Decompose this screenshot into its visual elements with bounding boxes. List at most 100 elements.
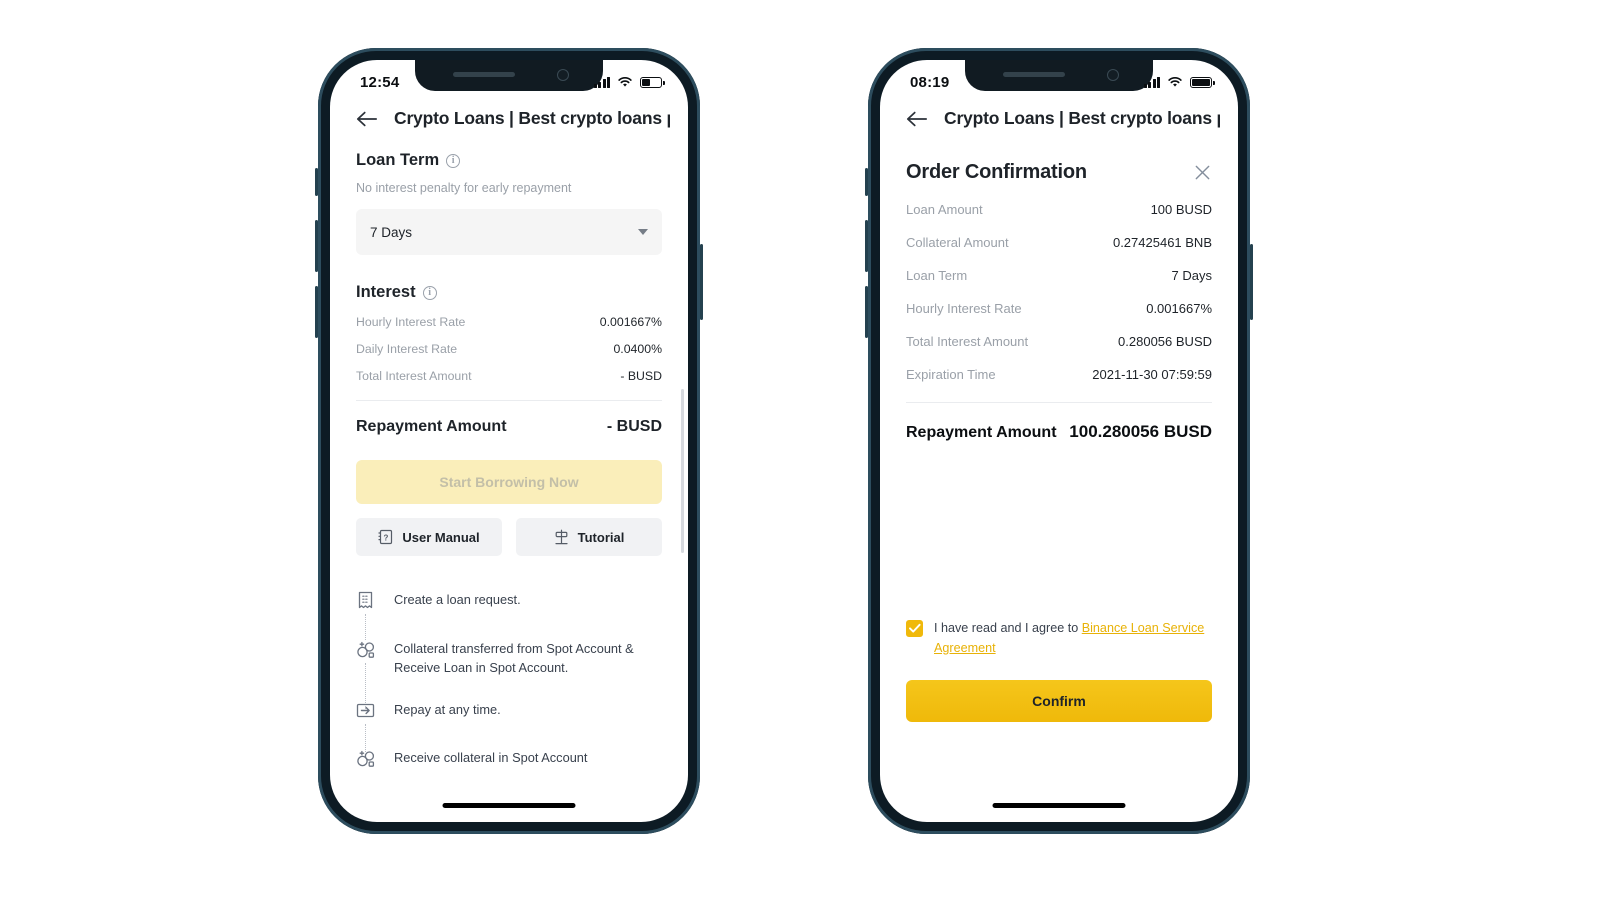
checkmark-icon <box>908 623 921 633</box>
loan-term-select[interactable]: 7 Days <box>356 209 662 255</box>
right-phone-screen: 08:19 Crypto Loans | Best crypto loans p… <box>880 60 1238 822</box>
volume-down-button[interactable] <box>865 286 868 338</box>
loan-term-heading: Loan Term i <box>356 151 662 170</box>
volume-down-button[interactable] <box>315 286 318 338</box>
manual-book-icon: ? <box>378 529 393 545</box>
loan-term-note: No interest penalty for early repayment <box>356 181 572 195</box>
row-value: 0.001667% <box>1146 301 1212 316</box>
row-label: Hourly Interest Rate <box>356 315 466 329</box>
row-label: Hourly Interest Rate <box>906 301 1022 316</box>
row-label: Loan Amount <box>906 202 983 217</box>
step-text: Repay at any time. <box>394 702 501 718</box>
volume-up-button[interactable] <box>865 220 868 272</box>
loan-term-label: Loan Term <box>356 151 440 169</box>
signpost-icon <box>555 529 568 545</box>
divider <box>356 400 662 401</box>
info-icon[interactable]: i <box>446 153 461 168</box>
user-manual-label: User Manual <box>402 529 480 545</box>
status-bar: 08:19 <box>880 60 1238 98</box>
info-icon[interactable]: i <box>422 285 437 300</box>
left-phone-screen: 12:54 Crypto Loans | Best crypto loans p… <box>330 60 688 822</box>
repayment-value: - BUSD <box>606 418 662 435</box>
interest-row: Total Interest Amount - BUSD <box>356 369 662 383</box>
step-icon-wrap <box>356 639 376 709</box>
step-text: Create a loan request. <box>394 592 521 607</box>
mute-switch[interactable] <box>865 168 868 196</box>
left-content: Loan Term i No interest penalty for earl… <box>330 151 688 774</box>
status-icons <box>593 76 665 88</box>
agreement-prefix: I have read and I agree to <box>934 620 1082 635</box>
row-label: Loan Term <box>906 268 968 283</box>
row-value: 0.280056 BUSD <box>1118 334 1212 349</box>
user-manual-button[interactable]: ? User Manual <box>356 518 502 556</box>
step-text: Receive collateral in Spot Account <box>394 750 588 766</box>
agreement-text: I have read and I agree to Binance Loan … <box>934 618 1212 658</box>
right-title-bar: Crypto Loans | Best crypto loans plat... <box>880 98 1238 143</box>
battery-icon <box>640 76 665 88</box>
cellular-signal-icon <box>593 76 610 88</box>
confirm-label: Confirm <box>1032 693 1086 709</box>
row-label: Total Interest Amount <box>906 334 1029 349</box>
agreement-and-confirm: I have read and I agree to Binance Loan … <box>906 618 1212 722</box>
status-time: 08:19 <box>910 73 950 91</box>
arrow-right-box-icon <box>356 703 375 718</box>
left-title-bar: Crypto Loans | Best crypto loans plat... <box>330 98 688 143</box>
status-bar: 12:54 <box>330 60 688 98</box>
svg-text:?: ? <box>384 533 389 542</box>
battery-icon <box>1190 76 1215 88</box>
list-item: Repay at any time. <box>356 700 662 753</box>
step-icon-wrap <box>356 700 376 753</box>
close-icon[interactable] <box>1193 163 1212 182</box>
page-title: Crypto Loans | Best crypto loans plat... <box>394 108 670 128</box>
interest-row: Daily Interest Rate 0.0400% <box>356 342 662 356</box>
row-label: Total Interest Amount <box>356 369 472 383</box>
receipt-icon <box>358 591 373 609</box>
list-item: Receive collateral in Spot Account <box>356 748 662 774</box>
power-button[interactable] <box>1250 244 1253 320</box>
status-time: 12:54 <box>360 73 400 91</box>
right-phone-frame: 08:19 Crypto Loans | Best crypto loans p… <box>865 48 1253 834</box>
table-row: Total Interest Amount 0.280056 BUSD <box>906 334 1212 349</box>
screenshot-canvas: 12:54 Crypto Loans | Best crypto loans p… <box>0 0 1600 900</box>
order-confirmation-title: Order Confirmation <box>906 161 1087 183</box>
page-title: Crypto Loans | Best crypto loans plat... <box>944 108 1220 128</box>
order-detail-rows: Loan Amount 100 BUSD Collateral Amount 0… <box>906 202 1212 382</box>
order-confirmation-panel: Order Confirmation Loan Amount 100 BUSD … <box>880 161 1238 442</box>
confirm-button[interactable]: Confirm <box>906 680 1212 722</box>
step-icon-wrap <box>356 590 376 640</box>
table-row: Expiration Time 2021-11-30 07:59:59 <box>906 367 1212 382</box>
repayment-amount-row: Repayment Amount 100.280056 BUSD <box>906 422 1212 442</box>
row-label: Expiration Time <box>906 367 996 382</box>
start-borrowing-button[interactable]: Start Borrowing Now <box>356 460 662 504</box>
wifi-icon <box>1168 77 1182 87</box>
row-value: 0.001667% <box>599 315 662 329</box>
list-item: Create a loan request. <box>356 590 662 640</box>
repayment-value: 100.280056 BUSD <box>1069 422 1212 441</box>
divider <box>906 402 1212 403</box>
row-value: - BUSD <box>620 369 662 383</box>
interest-heading: Interest i <box>356 283 662 302</box>
start-borrowing-label: Start Borrowing Now <box>439 474 579 490</box>
transfer-coins-icon <box>357 641 375 658</box>
agreement-row: I have read and I agree to Binance Loan … <box>906 618 1212 658</box>
mute-switch[interactable] <box>315 168 318 196</box>
repayment-label: Repayment Amount <box>906 424 1057 441</box>
scrollbar-thumb[interactable] <box>680 389 684 553</box>
power-button[interactable] <box>700 244 703 320</box>
table-row: Loan Amount 100 BUSD <box>906 202 1212 217</box>
loan-term-selected-value: 7 Days <box>370 224 413 240</box>
back-arrow-icon[interactable] <box>356 110 378 128</box>
list-item: Collateral transferred from Spot Account… <box>356 639 662 709</box>
agreement-checkbox[interactable] <box>906 619 923 637</box>
step-icon-wrap <box>356 748 376 774</box>
interest-row: Hourly Interest Rate 0.001667% <box>356 315 662 329</box>
transfer-coins-icon <box>357 750 375 767</box>
table-row: Hourly Interest Rate 0.001667% <box>906 301 1212 316</box>
secondary-button-row: ? User Manual Tutorial <box>356 518 662 556</box>
row-value: 7 Days <box>1171 268 1212 283</box>
back-arrow-icon[interactable] <box>906 110 928 128</box>
volume-up-button[interactable] <box>315 220 318 272</box>
tutorial-button[interactable]: Tutorial <box>516 518 662 556</box>
table-row: Collateral Amount 0.27425461 BNB <box>906 235 1212 250</box>
step-text: Collateral transferred from Spot Account… <box>394 641 634 675</box>
